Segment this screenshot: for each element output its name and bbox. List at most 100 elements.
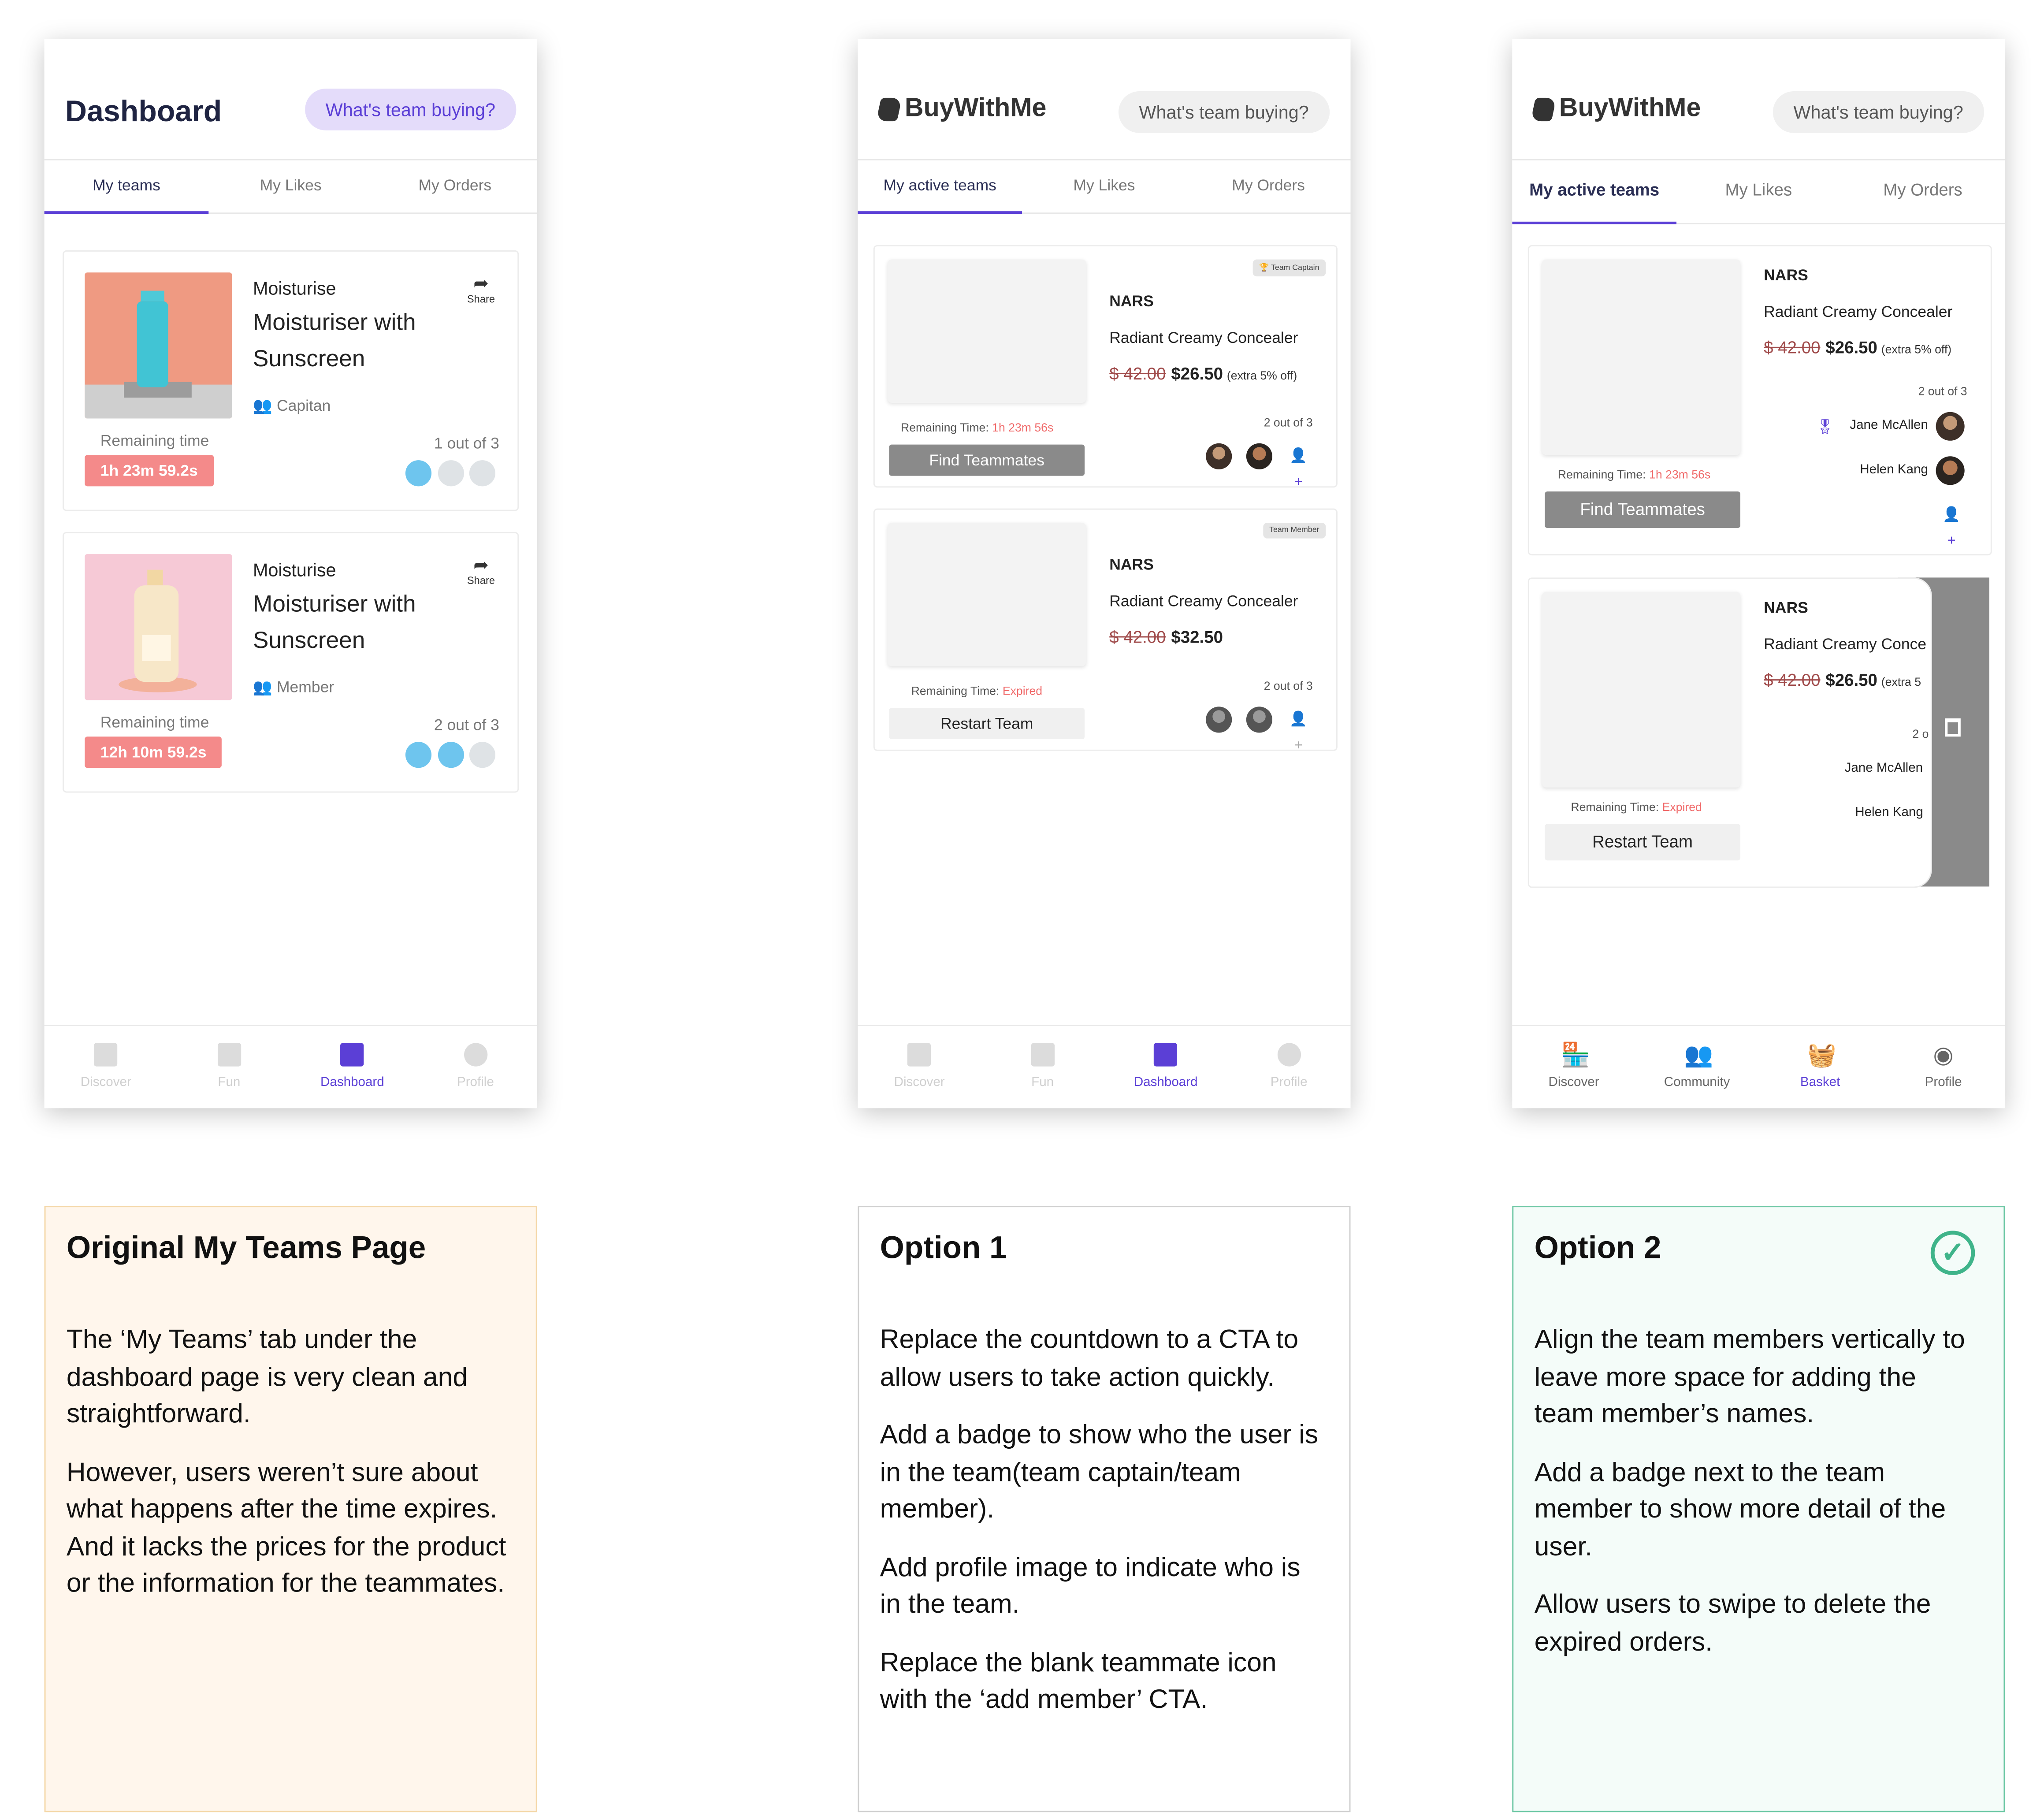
- note-paragraph: Allow users to swipe to delete the expir…: [1534, 1589, 1931, 1657]
- logo-text: BuyWithMe: [904, 93, 1047, 123]
- tab-my-active-teams[interactable]: My active teams: [858, 160, 1022, 214]
- tab-my-likes[interactable]: My Likes: [208, 160, 373, 212]
- note-paragraph: Replace the blank teammate icon with the…: [880, 1647, 1277, 1715]
- tab-my-teams[interactable]: My teams: [44, 160, 209, 214]
- nav-fun[interactable]: Fun: [167, 1026, 291, 1108]
- avatar: [1246, 707, 1273, 733]
- restart-team-button[interactable]: Restart Team: [1545, 824, 1740, 861]
- team-card[interactable]: 🏆 Team Captain NARS Radiant Creamy Conce…: [873, 245, 1338, 491]
- share-button[interactable]: ➦ Share: [461, 272, 501, 305]
- profile-icon: [1277, 1043, 1301, 1067]
- price: $ 42.00 $26.50 (extra 5% off): [1764, 338, 1951, 357]
- member-count: 1 out of 3: [434, 434, 499, 453]
- nav-discover[interactable]: 🏪 Discover: [1512, 1026, 1635, 1108]
- nav-fun[interactable]: Fun: [981, 1026, 1104, 1108]
- price: $ 42.00 $26.50 (extra 5% off): [1109, 364, 1297, 383]
- find-teammates-button[interactable]: Find Teammates: [889, 444, 1085, 476]
- restart-team-button[interactable]: Restart Team: [889, 708, 1085, 740]
- brand: NARS: [1109, 292, 1154, 311]
- logo: BuyWithMe: [1530, 94, 1701, 124]
- nav-dashboard[interactable]: Dashboard: [1104, 1026, 1227, 1108]
- note-title: Original My Teams Page: [66, 1231, 426, 1266]
- empty-member-icon: [469, 460, 496, 487]
- trash-icon[interactable]: [1945, 718, 1961, 737]
- bottom-nav: Discover Fun Dashboard Profile: [858, 1024, 1351, 1108]
- add-member-icon[interactable]: 👤+: [1286, 707, 1312, 754]
- find-teammates-button[interactable]: Find Teammates: [1545, 491, 1740, 528]
- product-image: [85, 272, 232, 419]
- tab-my-active-teams[interactable]: My active teams: [1512, 160, 1676, 224]
- header: BuyWithMe What's team buying?: [858, 39, 1350, 159]
- basket-icon: 🧺: [1807, 1041, 1836, 1068]
- new-price: $26.50: [1171, 364, 1223, 383]
- new-price: $26.50: [1825, 338, 1877, 357]
- phone-option2: BuyWithMe What's team buying? My active …: [1512, 39, 2005, 1108]
- tab-my-likes[interactable]: My Likes: [1022, 160, 1186, 212]
- tab-my-orders[interactable]: My Orders: [373, 160, 537, 212]
- nav-community[interactable]: 👥 Community: [1635, 1026, 1759, 1108]
- search-button[interactable]: What's team buying?: [1773, 91, 1985, 133]
- nav-discover[interactable]: Discover: [858, 1026, 981, 1108]
- note-paragraph: The ‘My Teams’ tab under the dashboard p…: [66, 1324, 468, 1429]
- nav-profile[interactable]: Profile: [1227, 1026, 1351, 1108]
- old-price: $ 42.00: [1764, 338, 1821, 357]
- nav-dashboard[interactable]: Dashboard: [291, 1026, 414, 1108]
- member-name: Helen Kang: [1860, 463, 1928, 477]
- product-image: [1542, 259, 1740, 455]
- remaining-value: 1h 23m 56s: [1649, 468, 1711, 481]
- nav-label: Discover: [894, 1075, 945, 1090]
- note-title: Option 2: [1534, 1231, 1661, 1266]
- role-label: Capitan: [276, 396, 331, 415]
- product-name: Radiant Creamy Concealer: [1109, 328, 1298, 347]
- add-member-icon[interactable]: 👤+: [1939, 502, 1965, 549]
- product-name-line2: Sunscreen: [253, 345, 365, 372]
- member-count: 2 out of 3: [1264, 679, 1313, 692]
- bottom-nav: Discover Fun Dashboard Profile: [44, 1024, 537, 1108]
- nav-profile[interactable]: Profile: [414, 1026, 537, 1108]
- team-card[interactable]: Team Member NARS Radiant Creamy Conceale…: [873, 508, 1338, 754]
- remaining-label: Remaining Time:: [1571, 800, 1659, 814]
- remaining-label: Remaining Time:: [900, 421, 989, 435]
- share-button[interactable]: ➦ Share: [461, 554, 501, 587]
- note-paragraph: Add profile image to indicate who is in …: [880, 1552, 1301, 1619]
- nav-profile[interactable]: ◉ Profile: [1882, 1026, 2005, 1108]
- member-count: 2 out of 3: [434, 715, 499, 734]
- tab-my-likes[interactable]: My Likes: [1676, 160, 1841, 223]
- nav-label: Discover: [80, 1075, 131, 1090]
- nav-label: Community: [1664, 1075, 1730, 1090]
- phone-original: Dashboard What's team buying? My teams M…: [44, 39, 537, 1108]
- note-paragraph: Add a badge to show who the user is in t…: [880, 1420, 1319, 1524]
- tab-my-orders[interactable]: My Orders: [1841, 160, 2005, 223]
- captain-badge-icon: 🎖: [1816, 420, 1834, 435]
- team-card-swiped[interactable]: NARS Radiant Creamy Conce $ 42.00 $26.50 (…: [1527, 577, 1932, 888]
- people-icon: 👥: [253, 678, 273, 696]
- avatar: [1936, 412, 1965, 441]
- tab-my-orders[interactable]: My Orders: [1186, 160, 1351, 212]
- team-member-badge: Team Member: [1263, 523, 1326, 539]
- team-card[interactable]: Moisturise Moisturiser with Sunscreen ➦ …: [62, 250, 519, 511]
- member-icon: [405, 460, 432, 487]
- remaining-label: Remaining Time:: [1557, 468, 1646, 481]
- dashboard-icon: [1154, 1043, 1178, 1067]
- add-member-icon[interactable]: 👤+: [1286, 443, 1312, 491]
- product-category: Moisturise: [253, 559, 336, 580]
- search-button[interactable]: What's team buying?: [305, 89, 517, 130]
- remaining-value: Expired: [1002, 684, 1043, 698]
- old-price: $ 42.00: [1109, 364, 1166, 383]
- avatar: [1246, 443, 1273, 469]
- team-card[interactable]: NARS Radiant Creamy Concealer $ 42.00 $26…: [1527, 245, 1992, 556]
- team-card[interactable]: Moisturise Moisturiser with Sunscreen ➦ …: [62, 532, 519, 793]
- extra-discount: (extra 5: [1881, 675, 1921, 688]
- product-name-line1: Moisturiser with: [253, 590, 416, 617]
- logo-icon: [1530, 97, 1557, 121]
- new-price: $26.50: [1825, 670, 1877, 690]
- community-icon: 👥: [1684, 1041, 1713, 1068]
- tab-bar: My active teams My Likes My Orders: [858, 159, 1351, 214]
- search-button[interactable]: What's team buying?: [1118, 91, 1330, 133]
- note-paragraph: Align the team members vertically to lea…: [1534, 1324, 1965, 1429]
- nav-discover[interactable]: Discover: [45, 1026, 168, 1108]
- page-title: Dashboard: [65, 93, 222, 128]
- product-image: [888, 259, 1086, 403]
- extra-discount: (extra 5% off): [1226, 369, 1297, 382]
- nav-basket[interactable]: 🧺 Basket: [1758, 1026, 1882, 1108]
